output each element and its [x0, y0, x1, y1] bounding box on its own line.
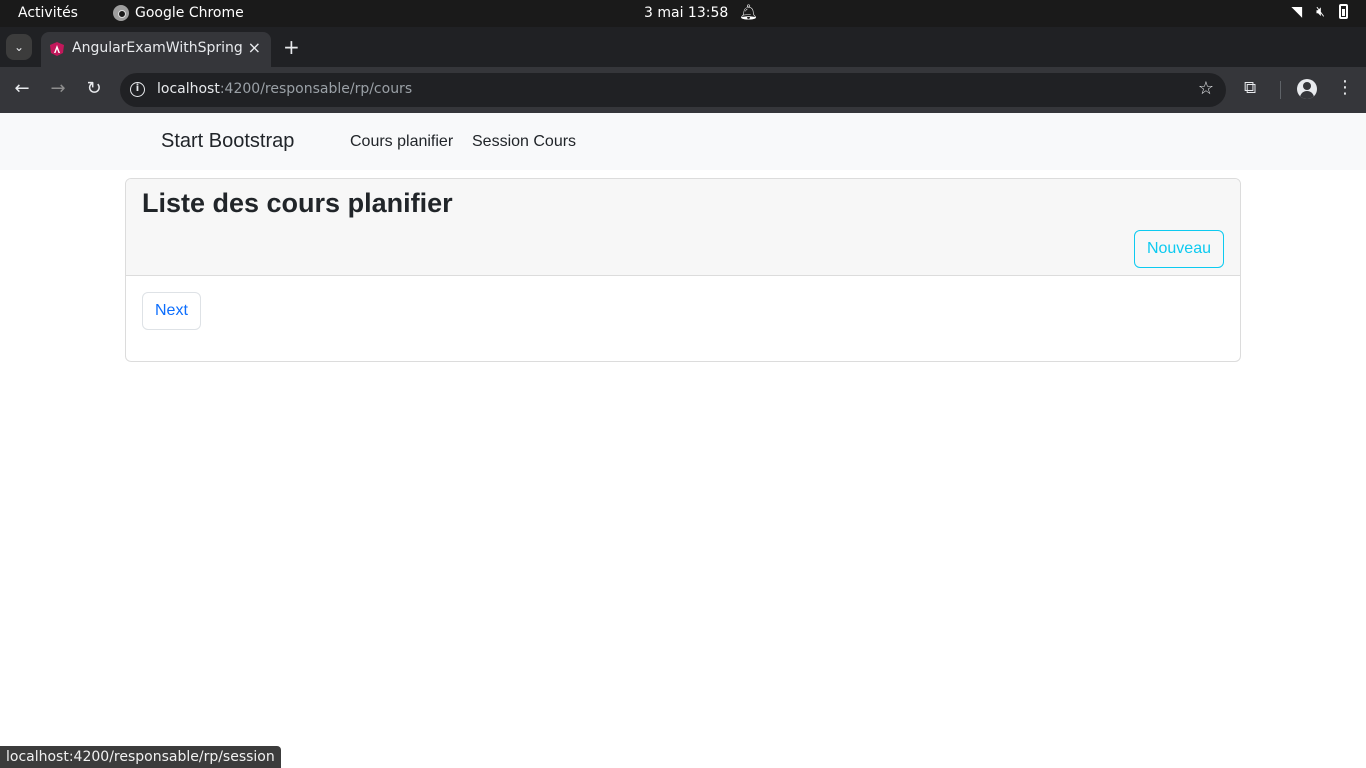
more-menu-icon[interactable]: ⋮	[1336, 77, 1354, 98]
bookmark-star-icon[interactable]: ☆	[1198, 78, 1214, 99]
wifi-icon: ◥	[1291, 4, 1303, 20]
cours-card: Liste des cours planifier Nouveau Next	[125, 178, 1241, 362]
battery-icon	[1339, 4, 1348, 19]
clock[interactable]: 3 mai 13:58	[644, 5, 728, 21]
page-title: Liste des cours planifier	[142, 188, 453, 218]
activities-button[interactable]: Activités	[18, 5, 78, 21]
profile-avatar-icon[interactable]	[1297, 79, 1317, 99]
app-menu[interactable]: Google Chrome	[113, 5, 244, 21]
nav-link-cours-planifier[interactable]: Cours planifier	[350, 133, 453, 151]
angular-icon	[50, 42, 64, 56]
site-info-icon[interactable]: i	[130, 82, 145, 97]
tab-search-button[interactable]: ⌄	[6, 34, 32, 60]
toolbar-divider	[1280, 81, 1281, 99]
chrome-icon	[113, 5, 129, 21]
navbar: Start Bootstrap Cours planifier Session …	[0, 113, 1366, 170]
nav-link-session-cours[interactable]: Session Cours	[472, 133, 576, 151]
tab-strip: ⌄ AngularExamWithSpring × +	[0, 27, 1366, 67]
app-name: Google Chrome	[135, 5, 244, 21]
navbar-brand[interactable]: Start Bootstrap	[161, 130, 294, 153]
tab-title: AngularExamWithSpring	[72, 40, 243, 56]
forward-button[interactable]: →	[47, 78, 69, 99]
page-viewport: Start Bootstrap Cours planifier Session …	[0, 113, 1366, 768]
card-body: Next	[126, 276, 1240, 361]
bell-icon: 🔔︎	[739, 3, 759, 21]
status-url-bubble: localhost:4200/responsable/rp/session	[0, 746, 281, 768]
nouveau-button[interactable]: Nouveau	[1133, 230, 1224, 268]
url-path: :4200/responsable/rp/cours	[219, 81, 413, 97]
address-bar[interactable]: i localhost:4200/responsable/rp/cours ☆	[120, 73, 1226, 107]
active-tab[interactable]: AngularExamWithSpring ×	[41, 32, 271, 67]
back-button[interactable]: ←	[11, 78, 33, 99]
extensions-icon[interactable]: ⧉	[1244, 78, 1256, 98]
os-top-bar: Activités Google Chrome 3 mai 13:58 🔔︎ ◥…	[0, 0, 1366, 27]
next-button[interactable]: Next	[142, 292, 201, 330]
system-tray[interactable]: ◥ 🔇︎	[1291, 4, 1348, 20]
browser-toolbar: ← → ↻ i localhost:4200/responsable/rp/co…	[0, 67, 1366, 113]
volume-muted-icon: 🔇︎	[1316, 4, 1325, 20]
url-host: localhost	[157, 81, 220, 97]
reload-button[interactable]: ↻	[83, 78, 105, 99]
url-text[interactable]: localhost:4200/responsable/rp/cours	[157, 81, 412, 97]
close-tab-icon[interactable]: ×	[248, 38, 261, 57]
card-header: Liste des cours planifier Nouveau	[126, 179, 1240, 276]
new-tab-button[interactable]: +	[283, 35, 300, 59]
